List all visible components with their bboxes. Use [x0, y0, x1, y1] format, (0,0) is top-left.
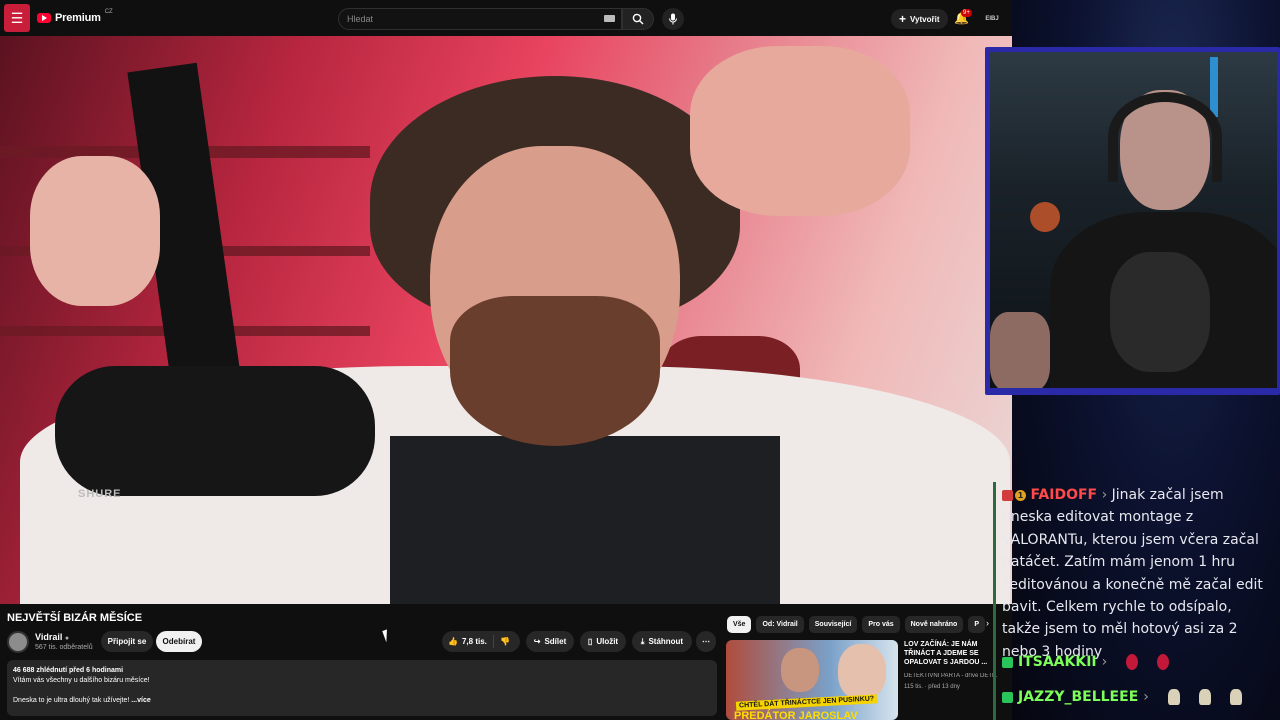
chat-text: Jinak začal jsem dneska editovat montage…	[1002, 487, 1263, 660]
description-line: Vítám vás všechny u dalšího bizáru měsíc…	[13, 677, 150, 684]
chat-message: JAZZY_BELLEEE ›	[1002, 689, 1242, 705]
search-button[interactable]	[622, 8, 654, 30]
chat-separator: ›	[1143, 689, 1149, 705]
tshirt-print	[1110, 252, 1210, 372]
like-dislike-group: 👍 7,8 tis. 👎	[442, 631, 520, 652]
channel-name[interactable]: Vidrail ●	[35, 632, 69, 642]
emote-icon	[1167, 689, 1180, 705]
emote-icon	[1126, 654, 1139, 670]
share-label: Sdílet	[544, 637, 567, 646]
thumbnail-caption: PREDÁTOR JAROSLAV PANĚK	[734, 710, 858, 720]
badge-icon	[1002, 489, 1013, 501]
badge-icon	[1002, 691, 1013, 703]
bookmark-icon: ▯	[587, 637, 593, 646]
thumbs-down-icon: 👎	[500, 637, 510, 646]
black-vest	[390, 436, 780, 604]
more-icon: ⋯	[702, 637, 710, 646]
chip-all[interactable]: Vše	[727, 616, 752, 633]
recommended-meta: 115 tis. · před 13 dny	[904, 684, 960, 690]
search-input[interactable]: Hledat	[338, 8, 622, 30]
share-button[interactable]: ↪ Sdílet	[526, 631, 574, 652]
more-actions-button[interactable]: ⋯	[696, 631, 716, 652]
create-label: Vytvořit	[910, 14, 940, 24]
chip-from-channel[interactable]: Od: Vidrail	[756, 616, 804, 633]
share-icon: ↪	[533, 637, 541, 646]
chip-recently-uploaded[interactable]: Nově nahráno	[904, 616, 964, 633]
verified-icon: ●	[64, 635, 70, 642]
channel-subscribers: 567 tis. odběratelů	[35, 644, 93, 651]
recommended-title[interactable]: LOV ZAČÍNÁ: JE NÁM TŘINÁCT A JDEME SE OP…	[904, 640, 1004, 667]
chevron-right-icon[interactable]: ›	[986, 618, 989, 628]
background-light	[1030, 202, 1060, 232]
join-button[interactable]: Připojit se	[101, 631, 153, 652]
create-button[interactable]: + Vytvořit	[891, 9, 948, 29]
download-button[interactable]: ⤓ Stáhnout	[632, 631, 692, 652]
save-button[interactable]: ▯ Uložit	[580, 631, 626, 652]
youtube-window: ☰ Premium CZ Hledat + Vytvořit 🔔 9+ ElBJ	[0, 0, 1012, 720]
account-avatar[interactable]: ElBJ	[982, 10, 1002, 28]
badge-icon: 1	[1015, 489, 1026, 501]
chip-for-you[interactable]: Pro vás	[862, 616, 900, 633]
youtube-logo[interactable]: Premium CZ	[37, 9, 113, 24]
top-bar: ☰ Premium CZ Hledat + Vytvořit 🔔 9+ ElBJ	[0, 0, 1012, 36]
show-more-link[interactable]: ...více	[131, 697, 150, 704]
thumbnail-person	[781, 648, 819, 692]
download-label: Stáhnout	[648, 637, 684, 646]
logo-region: CZ	[104, 9, 113, 15]
chat-username[interactable]: JAZZY_BELLEEE	[1018, 689, 1138, 705]
channel-avatar[interactable]	[7, 631, 29, 653]
like-count: 7,8 tis.	[461, 637, 487, 646]
voice-search-button[interactable]	[662, 8, 684, 30]
notification-badge: 9+	[961, 9, 972, 17]
streamer-arm	[990, 312, 1050, 388]
chat-username[interactable]: FAIDOFF	[1030, 487, 1097, 503]
chip-partial[interactable]: P	[968, 616, 985, 633]
emote-icon	[1157, 654, 1170, 670]
thumbnail-caption: CHTĚL DÁT TŘINÁCTCE JEN PUSINKU?	[735, 694, 878, 711]
like-button[interactable]: 👍 7,8 tis.	[442, 635, 494, 648]
video-title: NEJVĚTŠÍ BIZÁR MĚSÍCE	[7, 612, 143, 624]
chat-message: ITSAAKKII ›	[1002, 654, 1170, 670]
recommended-thumbnail[interactable]: CHTĚL DÁT TŘINÁCTCE JEN PUSINKU? PREDÁTO…	[726, 640, 898, 720]
description-line: Dneska to je ultra dlouhý tak užívejte! …	[13, 697, 151, 704]
chat-username[interactable]: ITSAAKKII	[1018, 654, 1097, 670]
dislike-button[interactable]: 👎	[494, 637, 510, 646]
emote-icon	[1198, 689, 1211, 705]
video-meta: 46 688 zhlédnutí před 6 hodinami	[13, 667, 124, 674]
chip-related[interactable]: Související	[808, 616, 858, 633]
headphones	[1108, 92, 1222, 182]
background-lamp	[1210, 57, 1218, 117]
plus-icon: +	[899, 12, 907, 26]
video-info-area: NEJVĚTŠÍ BIZÁR MĚSÍCE Vidrail ● 567 tis.…	[0, 604, 1012, 720]
chat-separator: ›	[1101, 654, 1108, 670]
thumbs-up-icon: 👍	[448, 637, 458, 646]
chat-separator: ›	[1101, 487, 1108, 503]
menu-icon[interactable]: ☰	[4, 4, 30, 32]
video-player[interactable]: SHURE	[0, 36, 1012, 604]
emote-icon	[1229, 689, 1242, 705]
microphone	[55, 366, 375, 496]
description-box[interactable]: 46 688 zhlédnutí před 6 hodinami Vítám v…	[7, 660, 717, 716]
pointing-hand	[690, 46, 910, 216]
subscribe-button[interactable]: Odebírat	[156, 631, 202, 652]
search-icon	[632, 13, 644, 25]
logo-text: Premium	[55, 12, 101, 24]
user-badges: 1	[1002, 489, 1026, 501]
keyboard-icon[interactable]	[604, 15, 615, 22]
download-icon: ⤓	[640, 636, 645, 646]
chat-accent-bar	[993, 482, 996, 720]
microphone-icon	[669, 13, 677, 25]
youtube-play-icon	[37, 13, 51, 23]
chat-message: 1 FAIDOFF › Jinak začal jsem dneska edit…	[1002, 484, 1272, 663]
raised-fist	[30, 156, 160, 306]
recommended-channel[interactable]: DETEKTIVNÍ PARTA - dříve DETE...	[904, 673, 998, 679]
beard	[450, 296, 660, 446]
webcam-feed	[990, 52, 1277, 388]
filter-chips: Vše Od: Vidrail Související Pro vás Nově…	[727, 616, 985, 633]
thumbnail-person	[838, 644, 886, 700]
badge-icon	[1002, 656, 1013, 668]
mic-brand: SHURE	[78, 488, 122, 500]
save-label: Uložit	[596, 637, 619, 646]
